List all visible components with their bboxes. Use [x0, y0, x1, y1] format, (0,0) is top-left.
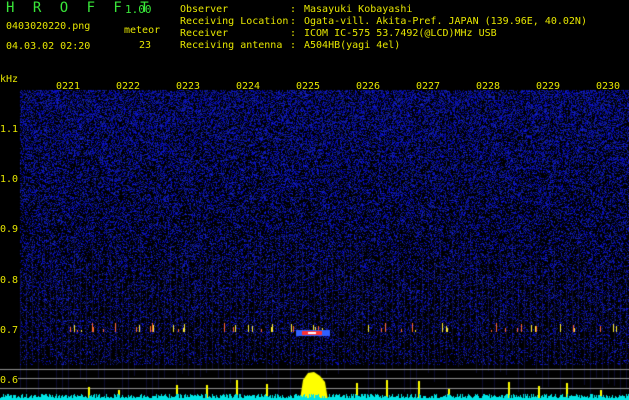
info-separator: : [290, 16, 303, 27]
info-separator: : [290, 28, 303, 39]
info-key: Receiving antenna [180, 40, 283, 51]
info-value: ICOM IC-575 53.7492(@LCD)MHz USB [304, 28, 497, 39]
spectrogram-panel: kHz 1.1 1.0 0.9 0.8 0.7 0.6 0221 0222 02… [0, 74, 629, 400]
time-label: 0224 [236, 81, 261, 92]
info-separator: : [290, 40, 303, 51]
meteor-count: 23 [139, 40, 152, 51]
freq-label: 0.8 [0, 275, 19, 286]
time-label: 0223 [176, 81, 201, 92]
info-row-receiver: Receiver: ICOM IC-575 53.7492(@LCD)MHz U… [180, 28, 587, 40]
khz-unit-label: kHz [0, 74, 19, 85]
time-label: 0230 [596, 81, 621, 92]
info-row-location: Receiving Location: Ogata-vill. Akita-Pr… [180, 16, 587, 28]
station-info: Observer: Masayuki Kobayashi Receiving L… [180, 4, 587, 52]
info-key: Observer [180, 4, 229, 15]
info-value: Masayuki Kobayashi [304, 4, 413, 15]
freq-label: 0.7 [0, 325, 19, 336]
time-label: 0228 [476, 81, 501, 92]
time-label: 0221 [56, 81, 81, 92]
freq-label: 1.0 [0, 174, 19, 185]
freq-label: 0.9 [0, 224, 19, 235]
freq-label: 1.1 [0, 124, 19, 135]
header-panel: H R O F F T 1.00 0403020220.png meteor 0… [0, 0, 629, 80]
time-label: 0222 [116, 81, 141, 92]
app-version: 1.00 [125, 3, 152, 16]
info-value: Ogata-vill. Akita-Pref. JAPAN (139.96E, … [304, 16, 587, 27]
time-label: 0225 [296, 81, 321, 92]
info-separator: : [290, 4, 303, 15]
info-key: Receiving Location [180, 16, 289, 27]
datetime: 04.03.02 02:20 [6, 41, 91, 52]
spectrogram-image [0, 80, 629, 400]
file-name: 0403020220.png [6, 21, 91, 32]
time-label: 0229 [536, 81, 561, 92]
info-value: A504HB(yagi 4el) [304, 40, 401, 51]
info-key: Receiver [180, 28, 229, 39]
time-label: 0226 [356, 81, 381, 92]
info-row-antenna: Receiving antenna: A504HB(yagi 4el) [180, 40, 587, 52]
time-label: 0227 [416, 81, 441, 92]
freq-label: 0.6 [0, 375, 19, 386]
info-row-observer: Observer: Masayuki Kobayashi [180, 4, 587, 16]
meteor-label: meteor [124, 25, 161, 36]
